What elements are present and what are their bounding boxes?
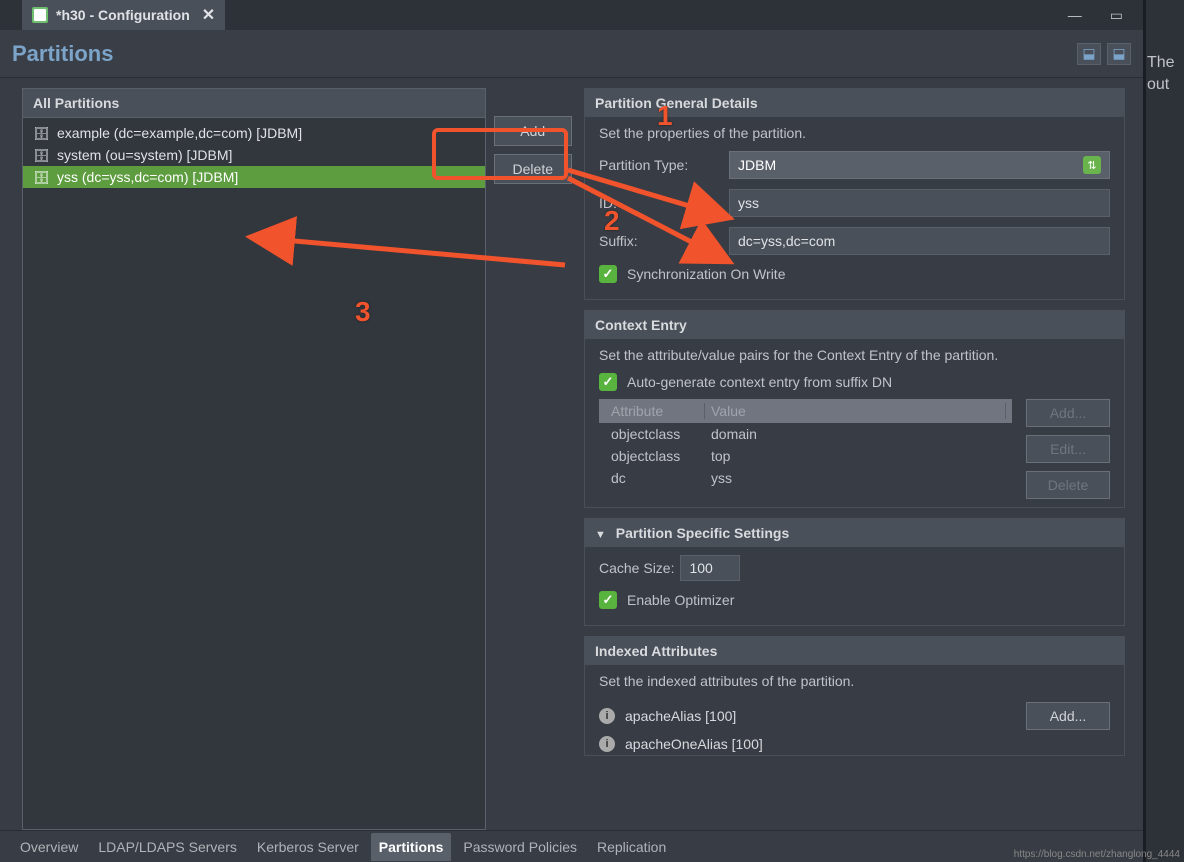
maximize-icon[interactable]: ▭ [1110,7,1123,24]
table-row[interactable]: dcyss [599,467,1012,489]
indexed-add-button[interactable]: Add... [1026,702,1110,730]
partition-item-yss[interactable]: yss (dc=yss,dc=com) [JDBM] [23,166,485,188]
partition-item-system[interactable]: system (ou=system) [JDBM] [23,144,485,166]
specific-settings-header[interactable]: ▼ Partition Specific Settings [585,519,1124,547]
tab-bar: *h30 - Configuration ✕ — ▭ [0,0,1143,30]
tray-icon-1[interactable]: ⬓ [1077,43,1101,65]
context-table: Attribute Value objectclassdomain object… [599,399,1012,499]
optimizer-checkbox[interactable]: ✓ [599,591,617,609]
right-text: The out [1147,52,1175,97]
id-label: ID: [599,195,729,211]
autogen-label: Auto-generate context entry from suffix … [627,374,892,390]
minimize-icon[interactable]: — [1068,7,1082,23]
info-icon: i [599,736,615,752]
indexed-item[interactable]: i apacheAlias [100] Add... [585,699,1124,733]
close-icon[interactable]: ✕ [202,5,215,25]
window-controls: — ▭ [1068,7,1143,24]
th-value: Value [705,403,1006,419]
th-attribute: Attribute [605,403,705,419]
bottom-tabs: Overview LDAP/LDAPS Servers Kerberos Ser… [0,830,1143,862]
config-file-icon [32,7,48,23]
partition-icon [33,169,49,185]
page-header: Partitions ⬓ ⬓ [0,30,1143,78]
cache-size-field[interactable]: 100 [680,555,740,581]
id-field[interactable]: yss [729,189,1110,217]
context-entry-header: Context Entry [585,311,1124,339]
partition-list[interactable]: example (dc=example,dc=com) [JDBM] syste… [22,118,486,830]
general-desc: Set the properties of the partition. [599,125,1110,141]
chevron-updown-icon: ⇅ [1083,156,1101,174]
collapse-icon: ▼ [595,529,606,541]
tab-password[interactable]: Password Policies [455,833,585,861]
info-icon: i [599,708,615,724]
context-add-button[interactable]: Add... [1026,399,1110,427]
context-delete-button[interactable]: Delete [1026,471,1110,499]
tray-icon-2[interactable]: ⬓ [1107,43,1131,65]
right-sidebar [1145,0,1184,862]
partition-item-example[interactable]: example (dc=example,dc=com) [JDBM] [23,122,485,144]
general-details-header: Partition General Details [585,89,1124,117]
tab-partitions[interactable]: Partitions [371,833,452,861]
sync-label: Synchronization On Write [627,266,785,282]
tab-kerberos[interactable]: Kerberos Server [249,833,367,861]
indexed-attributes-header: Indexed Attributes [585,637,1124,665]
tab-overview[interactable]: Overview [12,833,86,861]
partition-icon [33,147,49,163]
sync-checkbox[interactable]: ✓ [599,265,617,283]
indexed-desc: Set the indexed attributes of the partit… [599,673,1110,689]
context-desc: Set the attribute/value pairs for the Co… [599,347,1110,363]
cache-size-label: Cache Size: [599,560,674,576]
partition-type-select[interactable]: JDBM ⇅ [729,151,1110,179]
optimizer-label: Enable Optimizer [627,592,734,608]
context-edit-button[interactable]: Edit... [1026,435,1110,463]
suffix-field[interactable]: dc=yss,dc=com [729,227,1110,255]
page-title: Partitions [12,41,113,67]
partition-type-label: Partition Type: [599,157,729,173]
delete-partition-button[interactable]: Delete [494,154,572,184]
editor-tab[interactable]: *h30 - Configuration ✕ [22,0,225,30]
table-row[interactable]: objectclasstop [599,445,1012,467]
tab-replication[interactable]: Replication [589,833,674,861]
tab-title: *h30 - Configuration [56,7,190,23]
autogen-checkbox[interactable]: ✓ [599,373,617,391]
partition-icon [33,125,49,141]
add-partition-button[interactable]: Add [494,116,572,146]
suffix-label: Suffix: [599,233,729,249]
watermark: https://blog.csdn.net/zhanglong_4444 [1014,849,1180,860]
tab-ldap[interactable]: LDAP/LDAPS Servers [90,833,245,861]
table-row[interactable]: objectclassdomain [599,423,1012,445]
all-partitions-title: All Partitions [22,88,486,118]
indexed-item[interactable]: i apacheOneAlias [100] [585,733,1124,755]
